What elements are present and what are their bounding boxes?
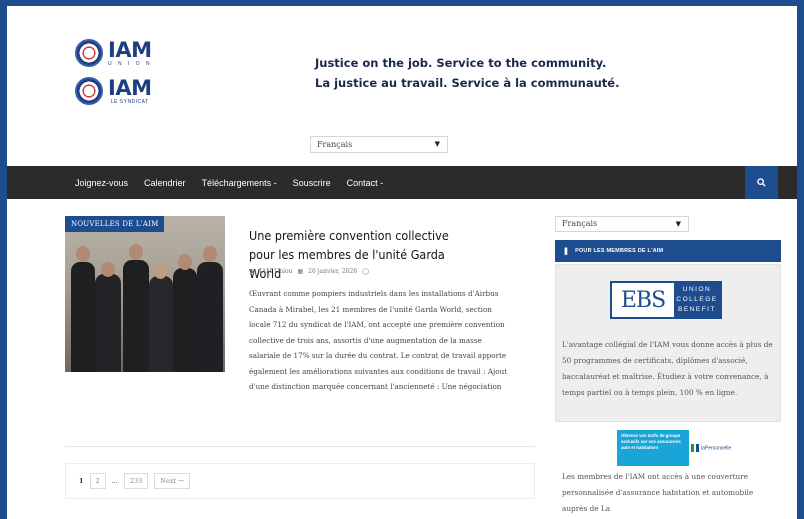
insurance-banner[interactable]: Obtenez vos tarifs de groupe exclusifs s… — [617, 430, 689, 466]
pagination-page-2[interactable]: 2 — [89, 473, 106, 489]
insurance-logo-text: laPersonnelle — [701, 445, 732, 452]
photo-person — [149, 276, 173, 372]
page: IAM U N I O N IAM LE SYNDICAT Justice on… — [7, 6, 797, 519]
post-excerpt: Œuvrant comme pompiers industriels dans … — [249, 289, 508, 391]
site-logos[interactable]: IAM U N I O N IAM LE SYNDICAT — [75, 34, 152, 110]
bookmark-icon: ❚ — [563, 248, 570, 255]
post-meta: ♟ IAM Union ▦ 26 janvier, 2026 ◯ — [249, 268, 374, 275]
site-tagline: Justice on the job. Service to the commu… — [315, 53, 619, 93]
content-divider — [65, 446, 535, 447]
logo-word: IAM — [108, 37, 152, 62]
iam-seal-icon — [75, 39, 103, 67]
post-featured-image[interactable]: NOUVELLES DE L'AIM — [65, 216, 225, 372]
pagination: 1 2 ... 233 Next → — [65, 463, 535, 499]
photo-person — [123, 260, 149, 372]
post-date: 26 janvier, 2026 — [308, 268, 358, 275]
calendar-icon: ▦ — [297, 268, 304, 275]
logo-word: IAM — [108, 75, 152, 100]
photo-person — [197, 262, 223, 372]
tagline-french: La justice au travail. Service à la comm… — [315, 76, 620, 90]
sidebar-language-value: Français — [562, 219, 598, 228]
photo-head — [203, 246, 217, 262]
photo-person — [71, 262, 95, 372]
post-category-badge[interactable]: NOUVELLES DE L'AIM — [65, 216, 165, 232]
photo-person — [95, 274, 121, 372]
nav-item-joignez-vous[interactable]: Joignez-vous — [75, 178, 128, 188]
logo-sub: LE SYNDICAT — [110, 98, 149, 105]
pagination-current: 1 — [79, 477, 84, 485]
author-icon: ♟ — [249, 268, 255, 275]
language-select[interactable]: Français ▼ — [310, 136, 448, 153]
nav-item-calendrier[interactable]: Calendrier — [144, 178, 186, 188]
insurance-description: Les membres de l'IAM ont accès à une cou… — [562, 472, 754, 513]
pagination-last-page[interactable]: 233 — [123, 473, 149, 489]
dropdown-arrow-icon: ▼ — [434, 140, 440, 148]
logo-sub: U N I O N — [108, 60, 153, 67]
la-personnelle-icon — [691, 444, 699, 452]
ebs-line-college: COLLEGE — [676, 296, 718, 303]
ebs-line-union: UNION — [682, 286, 712, 293]
photo-head — [129, 244, 143, 260]
widget-title-text: POUR LES MEMBRES DE L'AIM — [575, 248, 664, 254]
pagination-ellipsis: ... — [111, 477, 118, 485]
photo-head — [76, 246, 90, 262]
search-button[interactable] — [745, 166, 778, 199]
dropdown-arrow-icon: ▼ — [675, 220, 681, 228]
insurance-logo[interactable]: laPersonnelle — [691, 444, 731, 452]
photo-person — [173, 268, 197, 372]
tagline-english: Justice on the job. Service to the commu… — [315, 56, 607, 70]
logo-iam-syndicat[interactable]: IAM LE SYNDICAT — [75, 72, 152, 110]
ebs-mark: EBS — [612, 283, 674, 317]
search-icon — [757, 178, 766, 187]
logo-iam-union[interactable]: IAM U N I O N — [75, 34, 152, 72]
photo-head — [101, 262, 115, 277]
ebs-union-college-logo[interactable]: EBS UNION COLLEGE BENEFIT — [610, 281, 722, 319]
nav-item-telechargements[interactable]: Téléchargements - — [202, 178, 277, 188]
photo-head — [178, 254, 192, 270]
ebs-description: L'avantage collégial de l'IAM vous donne… — [562, 340, 773, 397]
main-navigation: Joignez-vous Calendrier Téléchargements … — [7, 166, 797, 199]
post-author[interactable]: IAM Union — [259, 268, 292, 275]
photo-head — [154, 264, 167, 279]
nav-item-contact[interactable]: Contact - — [347, 178, 384, 188]
language-select-value: Français — [317, 140, 353, 149]
nav-item-souscrire[interactable]: Souscrire — [293, 178, 331, 188]
iam-seal-icon — [75, 77, 103, 105]
pagination-next[interactable]: Next → — [154, 473, 190, 489]
ebs-line-benefit: BENEFIT — [678, 306, 716, 313]
comment-icon[interactable]: ◯ — [362, 268, 369, 275]
sidebar-widget-title: ❚ POUR LES MEMBRES DE L'AIM — [555, 240, 781, 262]
sidebar-language-select[interactable]: Français ▼ — [555, 216, 689, 232]
